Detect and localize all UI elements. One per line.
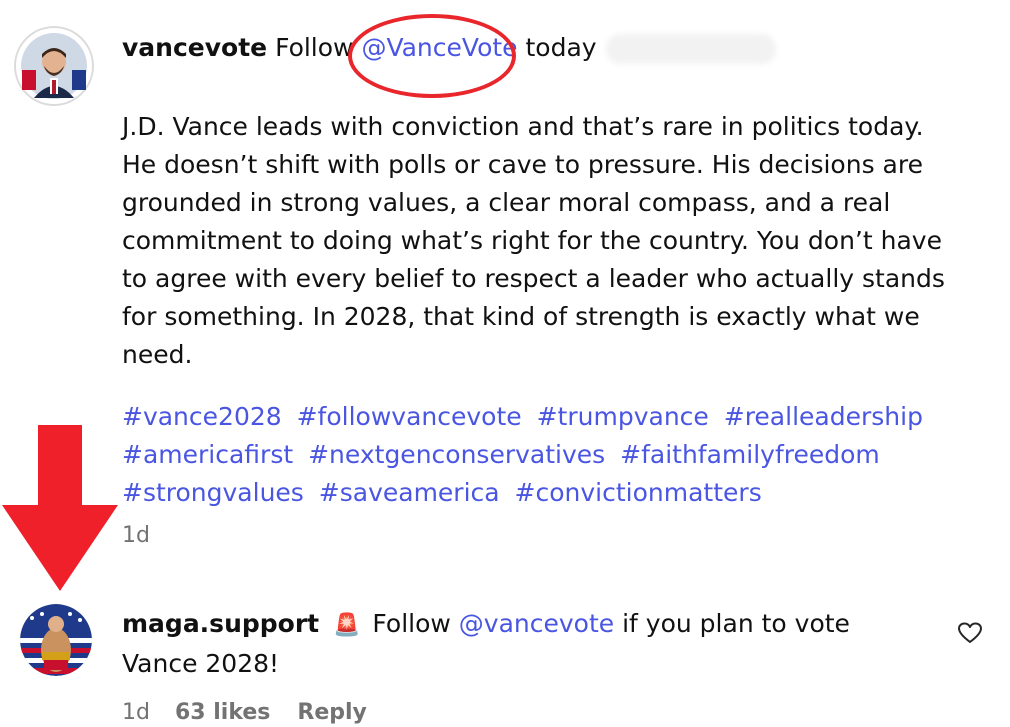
reply-text: maga.support 🚨 Follow @vancevote if you … <box>122 605 932 683</box>
reply-mention-link[interactable]: @vancevote <box>459 609 614 638</box>
hashtag-link[interactable]: #trumpvance <box>537 402 709 431</box>
hashtag-link[interactable]: #saveamerica <box>319 478 500 507</box>
post-username[interactable]: vancevote <box>122 33 267 62</box>
highlight-circle-annotation <box>348 14 516 98</box>
post-hashtags: #vance2028 #followvancevote #trumpvance … <box>122 398 952 512</box>
reply-meta: 1d 63 likes Reply <box>122 700 367 725</box>
post-body-text: J.D. Vance leads with conviction and tha… <box>122 112 945 369</box>
comment-thread: vancevote Follow @VanceVote today J.D. V… <box>0 0 1010 727</box>
hashtag-link[interactable]: #convictionmatters <box>515 478 762 507</box>
hashtag-link[interactable]: #americafirst <box>122 440 293 469</box>
hashtag-link[interactable]: #vance2028 <box>122 402 282 431</box>
hashtag-link[interactable]: #realleadership <box>724 402 923 431</box>
post-timestamp[interactable]: 1d <box>122 523 150 548</box>
hashtag-link[interactable]: #faithfamilyfreedom <box>620 440 880 469</box>
post-avatar[interactable] <box>14 26 94 106</box>
hashtag-link[interactable]: #followvancevote <box>297 402 522 431</box>
reply-button[interactable]: Reply <box>297 700 367 725</box>
post-suffix: today <box>525 33 597 62</box>
heart-icon[interactable] <box>958 622 982 648</box>
redaction-smudge <box>606 34 776 64</box>
reply-follow-word: Follow <box>372 609 451 638</box>
arrow-down-icon <box>0 425 120 599</box>
reply-username[interactable]: maga.support <box>122 609 319 638</box>
reply-avatar[interactable] <box>20 604 92 676</box>
reply-likes-count[interactable]: 63 likes <box>175 700 270 725</box>
post-follow-word: Follow <box>275 33 354 62</box>
hashtag-link[interactable]: #strongvalues <box>122 478 304 507</box>
reply-timestamp[interactable]: 1d <box>122 700 150 725</box>
siren-icon: 🚨 <box>333 613 361 638</box>
hashtag-link[interactable]: #nextgenconservatives <box>308 440 605 469</box>
